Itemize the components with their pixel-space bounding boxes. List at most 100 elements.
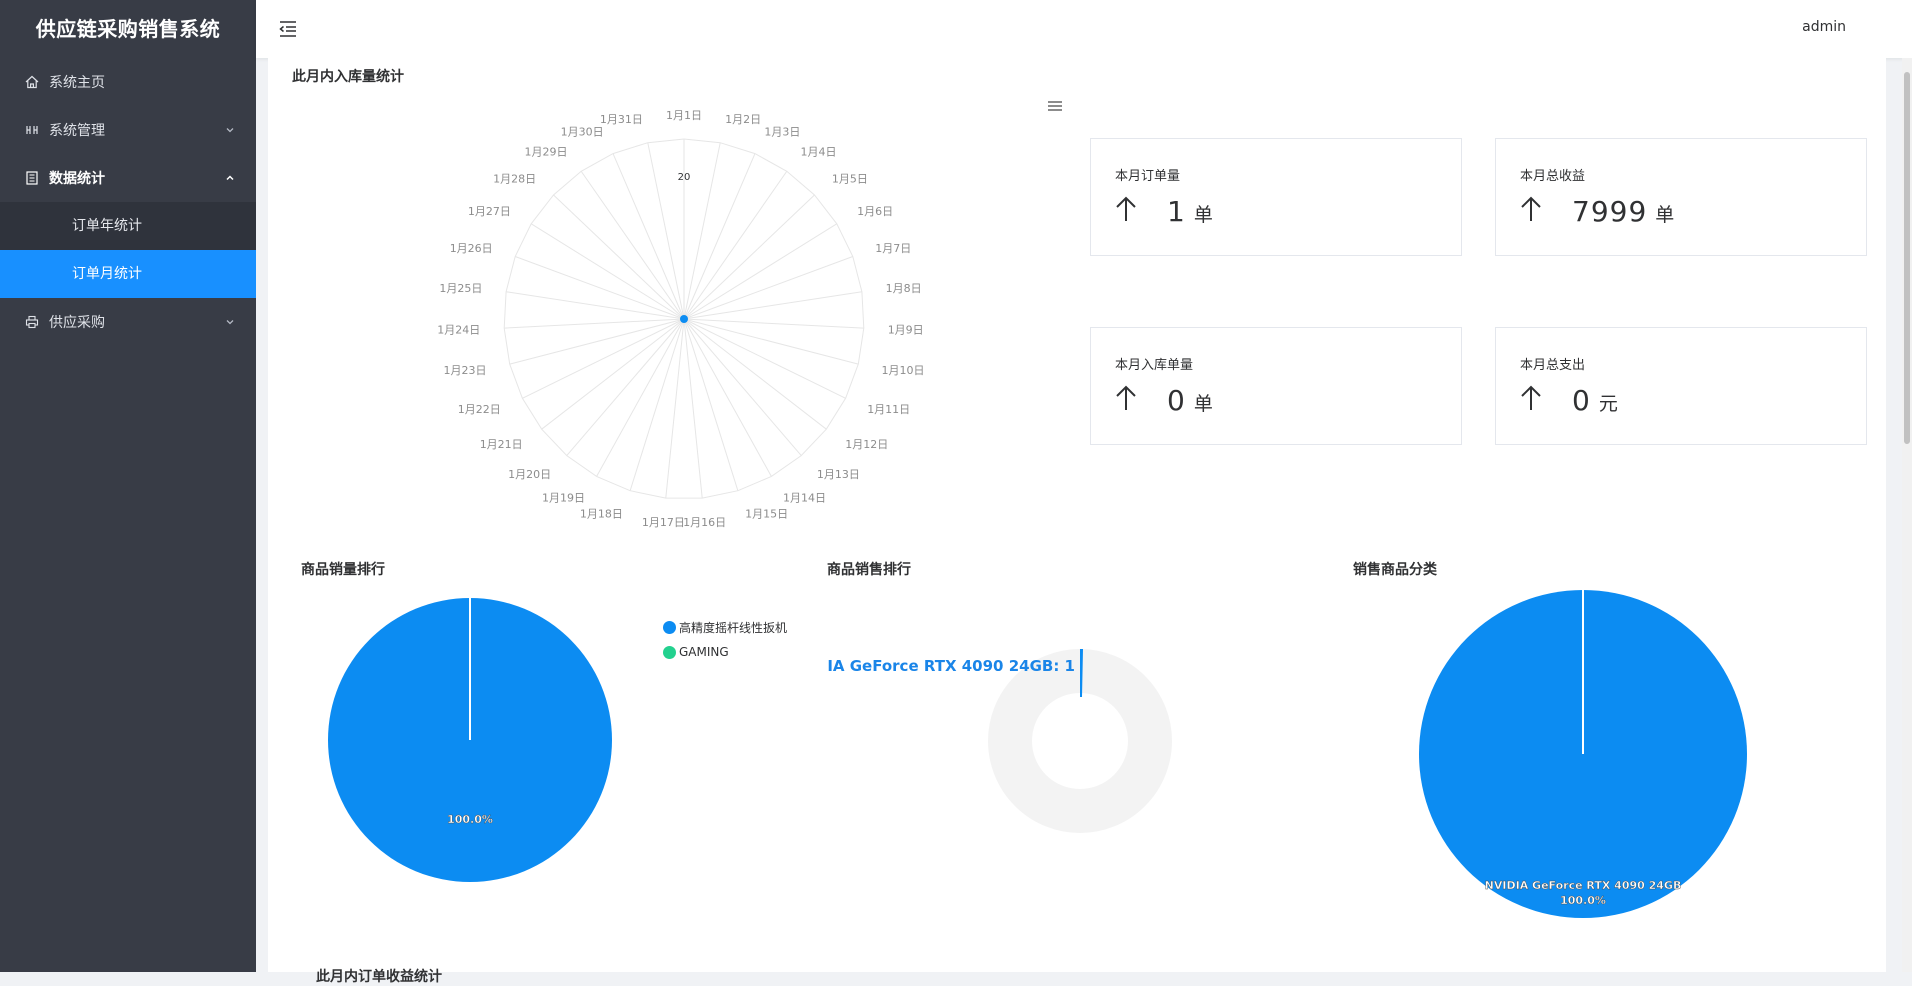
donut-slice-label: NVIDIA GeForce RTX 4090 24GB: 1 [827, 657, 1075, 675]
sales-volume-title: 商品销量排行 [301, 562, 385, 578]
pie-slice-name: NVIDIA GeForce RTX 4090 24GB [1485, 879, 1682, 892]
sidebar-item-label: 系统主页 [49, 75, 105, 91]
radar-axis-label: 1月18日 [580, 508, 623, 521]
radar-axis-label: 1月10日 [882, 364, 925, 377]
radar-axis-label: 1月28日 [493, 173, 536, 186]
legend-item[interactable]: GAMING [663, 641, 787, 663]
sidebar: 供应链采购销售系统 系统主页 系统管理 数据统计 订单年统计 订单月统计 供应采… [0, 0, 256, 972]
sidebar-item-order-month[interactable]: 订单月统计 [0, 250, 256, 298]
legend-label: GAMING [679, 645, 729, 659]
radar-axis-label: 1月27日 [468, 205, 511, 218]
arrow-up-icon [1521, 196, 1541, 221]
pie-slice-label: 100.0% [447, 813, 493, 826]
legend-dot [663, 645, 676, 659]
arrow-up-icon [1116, 196, 1136, 221]
radar-axis-label: 1月4日 [801, 146, 837, 159]
radar-spoke [505, 291, 685, 320]
stat-card-expense: 本月总支出 0元 [1495, 327, 1867, 445]
arrow-up-icon [1116, 385, 1136, 410]
stat-value: 7999 单 [1572, 195, 1674, 228]
sidebar-item-home[interactable]: 系统主页 [0, 58, 256, 106]
sales-volume-pie: 100.0% [328, 598, 612, 882]
chart-menu-icon[interactable] [1046, 98, 1064, 114]
radar-axis-label: 1月19日 [542, 491, 585, 504]
radar-axis-label: 1月1日 [666, 109, 702, 122]
sidebar-item-system[interactable]: 系统管理 [0, 106, 256, 154]
chevron-down-icon [224, 124, 236, 136]
donut-container: NVIDIA GeForce RTX 4090 24GB: 1 [827, 648, 1327, 948]
radar-spoke [683, 318, 802, 456]
radar-axis-label: 1月26日 [450, 242, 493, 255]
top-header: admin [256, 0, 1912, 58]
sidebar-item-label: 数据统计 [49, 171, 105, 187]
category-title: 销售商品分类 [1353, 562, 1437, 578]
radar-axis-label: 1月31日 [600, 113, 643, 126]
radar-spoke [566, 318, 685, 456]
stat-value: 0单 [1167, 384, 1213, 417]
stat-value: 0元 [1572, 384, 1618, 417]
radar-title: 此月内入库量统计 [292, 69, 404, 85]
radar-axis-label: 1月16日 [683, 516, 726, 529]
radar-spoke [541, 318, 685, 430]
radar-axis-label: 1月30日 [561, 126, 604, 139]
sidebar-item-purchase[interactable]: 供应采购 [0, 298, 256, 346]
stat-card-income: 本月总收益 7999 单 [1495, 138, 1867, 256]
radar-spoke [683, 318, 846, 399]
home-icon [24, 74, 40, 90]
stat-number: 1 [1167, 195, 1186, 228]
bottom-section-title: 此月内订单收益统计 [316, 969, 442, 985]
sidebar-item-label: 系统管理 [49, 123, 105, 139]
radar-axis-label: 1月13日 [817, 468, 860, 481]
radar-axis-label: 1月20日 [508, 468, 551, 481]
sidebar-submenu-stats: 订单年统计 订单月统计 [0, 202, 256, 298]
radar-axis-label: 1月2日 [725, 113, 761, 126]
category-pie: NVIDIA GeForce RTX 4090 24GB 100.0% [1419, 590, 1747, 918]
document-icon [24, 170, 40, 186]
chevron-down-icon [224, 316, 236, 328]
radar-spoke [683, 318, 864, 329]
stat-label: 本月总收益 [1520, 169, 1586, 184]
stat-unit: 元 [1598, 393, 1618, 415]
radar-axis-label: 1月7日 [875, 242, 911, 255]
radar-axis-label: 1月12日 [845, 438, 888, 451]
radar-axis-label: 1月14日 [783, 491, 826, 504]
radar-spoke [683, 153, 756, 320]
radar-axis-label: 1月8日 [886, 282, 922, 295]
radar-spoke [683, 318, 739, 491]
radar-axis-label: 1月21日 [480, 438, 523, 451]
settings-icon [24, 122, 40, 138]
radar-spoke [509, 318, 685, 365]
stat-card-inbound: 本月入库单量 0单 [1090, 327, 1462, 445]
collapse-menu-icon[interactable] [278, 19, 298, 39]
radar-axis-label: 1月25日 [439, 282, 482, 295]
radar-spoke [683, 318, 859, 365]
radar-spoke [504, 318, 685, 329]
legend-item[interactable]: 高精度摇杆线性扳机 [663, 616, 787, 638]
radar-spoke [522, 318, 685, 399]
sidebar-item-stats[interactable]: 数据统计 [0, 154, 256, 202]
radar-axis-label: 1月11日 [867, 403, 910, 416]
stat-label: 本月入库单量 [1115, 358, 1194, 373]
radar-axis-label: 1月23日 [444, 364, 487, 377]
chevron-up-icon [224, 172, 236, 184]
stat-value: 1单 [1167, 195, 1213, 228]
radar-data-point[interactable] [680, 315, 688, 323]
pie-slice-label: 100.0% [1560, 894, 1606, 907]
arrow-up-icon [1521, 385, 1541, 410]
main-content: 此月内入库量统计 1月1日 1月2日 1月3日 1月4日 1月5日 1月6日 1月7日 1月8… [268, 58, 1886, 985]
pie-legend: 高精度摇杆线性扳机 GAMING [663, 616, 787, 663]
radar-axis-label: 1月9日 [888, 323, 924, 336]
stat-number: 0 [1572, 384, 1591, 417]
radar-axis-label: 1月6日 [857, 205, 893, 218]
radar-axis-label: 1月15日 [745, 508, 788, 521]
app-title: 供应链采购销售系统 [35, 17, 221, 41]
stat-number: 7999 [1572, 195, 1648, 228]
stat-number: 0 [1167, 384, 1186, 417]
radar-max-label: 20 [678, 172, 691, 183]
user-menu[interactable]: admin [1802, 19, 1846, 35]
stat-label: 本月订单量 [1115, 169, 1181, 184]
sidebar-item-order-year[interactable]: 订单年统计 [0, 202, 256, 250]
scrollbar-thumb[interactable] [1904, 72, 1910, 444]
page-scrollbar[interactable] [1902, 58, 1912, 972]
radar-spoke [612, 153, 685, 320]
